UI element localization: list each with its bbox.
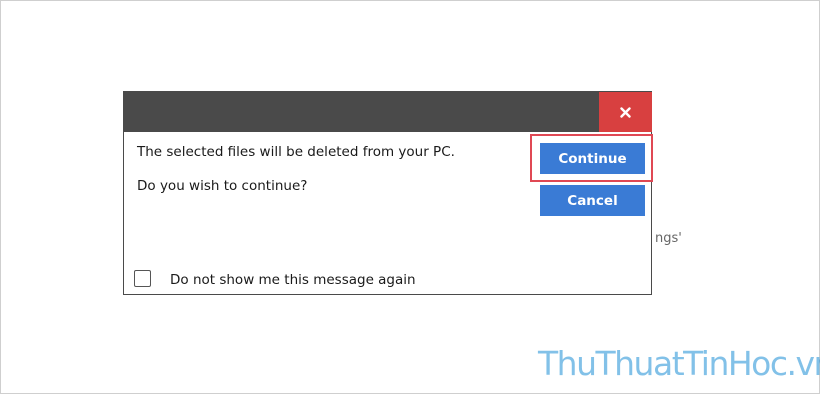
close-button[interactable] bbox=[599, 92, 652, 132]
dont-show-again-label: Do not show me this message again bbox=[170, 272, 416, 288]
continue-question: Do you wish to continue? bbox=[137, 178, 308, 194]
cancel-button[interactable]: Cancel bbox=[540, 185, 645, 216]
delete-message: The selected files will be deleted from … bbox=[137, 144, 455, 160]
background-text-fragment: ngs' bbox=[655, 231, 682, 246]
dont-show-again-checkbox[interactable] bbox=[134, 270, 151, 287]
dialog-titlebar bbox=[124, 92, 652, 132]
confirm-delete-dialog: The selected files will be deleted from … bbox=[123, 91, 653, 295]
close-icon bbox=[620, 106, 631, 118]
watermark-logo: ThuThuatTinHoc.vn bbox=[538, 344, 820, 383]
continue-button[interactable]: Continue bbox=[540, 143, 645, 174]
